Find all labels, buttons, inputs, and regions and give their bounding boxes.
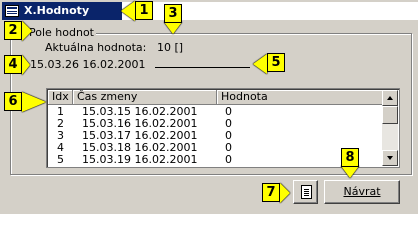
callout-3: 3 — [164, 4, 182, 23]
list-row[interactable]: 5 15.03.19 16.02.2001 0 — [48, 154, 383, 166]
row-value: 0 — [225, 153, 232, 166]
callout-2-arrow — [22, 21, 32, 41]
callout-6: 6 — [4, 92, 22, 111]
callout-5-arrow — [253, 54, 267, 74]
column-header-time[interactable]: Čas zmeny — [73, 90, 217, 105]
callout-2: 2 — [4, 21, 22, 40]
window-title: X.Hodnoty — [24, 4, 90, 17]
dialog-window: X.Hodnoty 1 3 2 Pole hodnot Aktuálna hod… — [0, 0, 418, 214]
callout-7-arrow — [280, 183, 290, 203]
callout-8-arrow — [341, 166, 359, 178]
window-icon — [5, 5, 19, 17]
document-icon — [301, 185, 312, 199]
callout-1: 1 — [135, 1, 153, 20]
title-bar[interactable]: X.Hodnoty — [2, 2, 122, 20]
row-time: 15.03.19 16.02.2001 — [82, 153, 198, 166]
column-header-idx[interactable]: Idx — [48, 90, 73, 105]
callout-5: 5 — [267, 53, 285, 72]
column-header-value[interactable]: Hodnota — [217, 90, 383, 105]
scroll-down-button[interactable] — [382, 150, 398, 166]
current-value-label: Aktuálna hodnota: — [45, 41, 147, 54]
callout-7: 7 — [262, 183, 280, 202]
callout-8: 8 — [341, 148, 359, 167]
current-value: 10 [] — [157, 41, 184, 54]
row-idx: 5 — [57, 153, 64, 166]
timestamp-value: 15.03.26 16.02.2001 — [30, 58, 146, 71]
back-button[interactable]: Návrat — [324, 180, 400, 204]
back-button-label: Návrat — [343, 185, 381, 198]
scroll-thumb[interactable] — [382, 106, 398, 124]
details-button[interactable] — [293, 180, 318, 204]
callout-4-arrow — [22, 55, 30, 75]
group-label: Pole hodnot — [27, 26, 96, 39]
callout-1-arrow — [121, 1, 135, 21]
callout-3-arrow — [164, 22, 182, 34]
callout-4: 4 — [4, 55, 22, 74]
scroll-up-button[interactable] — [382, 90, 398, 106]
list-header: Idx Čas zmeny Hodnota — [48, 90, 383, 105]
callout-6-arrow — [22, 92, 46, 112]
vertical-scrollbar[interactable] — [382, 90, 398, 166]
value-line — [155, 67, 250, 68]
